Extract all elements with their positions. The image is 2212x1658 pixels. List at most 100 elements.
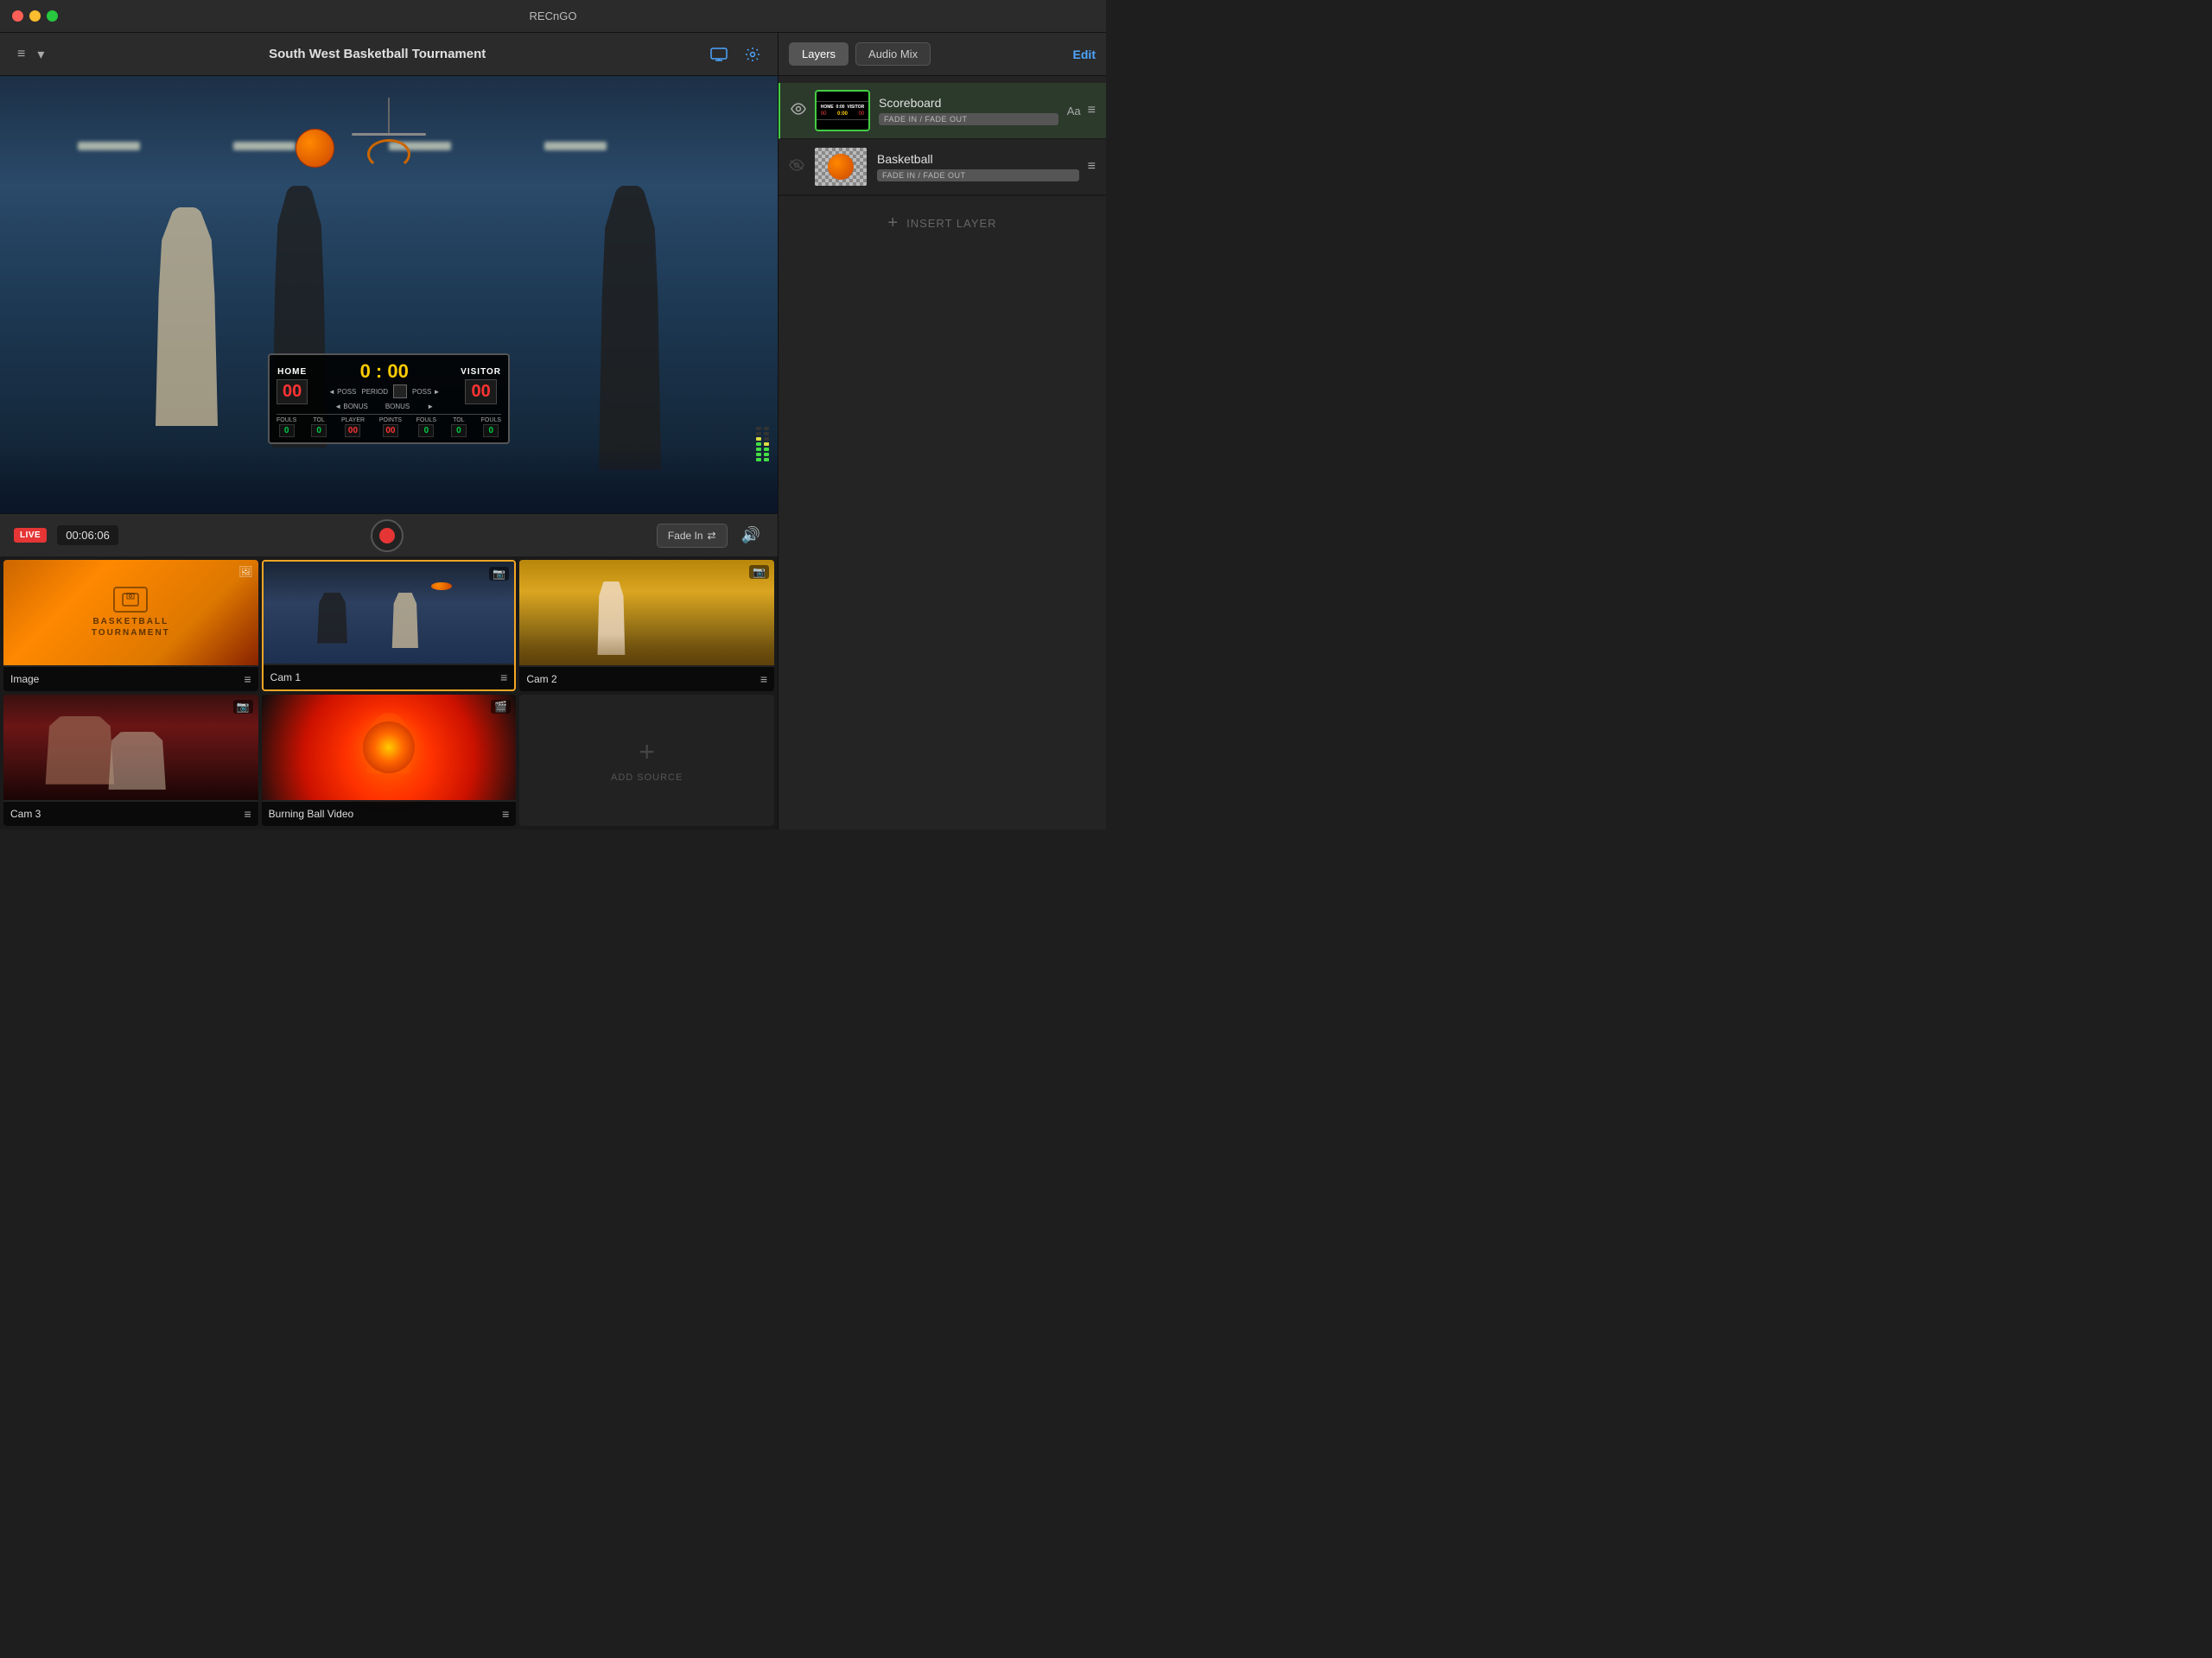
home-label: HOME [277, 367, 307, 377]
fire-ball [363, 721, 415, 773]
basketball-text: BASKETBALLTOURNAMENT [92, 616, 170, 638]
fade-button[interactable]: Fade In ⇄ [657, 524, 728, 548]
home-fouls-col: FOULS 0 [276, 417, 296, 437]
basket-icon [113, 587, 148, 613]
points-col: POINTS 00 [379, 417, 402, 437]
right-panel: Layers Audio Mix Edit HOME 0:00 VISITOR [778, 33, 1106, 829]
settings-button[interactable] [741, 43, 764, 66]
traffic-lights [12, 10, 58, 22]
vu-seg [756, 453, 761, 456]
source-cam3[interactable]: 📷 Cam 3 ≡ [3, 695, 258, 826]
volume-icon: 🔊 [741, 526, 760, 543]
layer-basketball-info: Basketball FADE IN / FADE OUT [877, 152, 1079, 181]
record-button[interactable] [371, 519, 404, 552]
source-burning-label: Burning Ball Video [269, 808, 354, 820]
layer-scoreboard-tag: FADE IN / FADE OUT [879, 113, 1058, 125]
insert-layer-label: INSERT LAYER [906, 217, 996, 230]
image-icon-top: 🖼 [238, 565, 253, 579]
layer-scoreboard-info: Scoreboard FADE IN / FADE OUT [879, 96, 1058, 125]
cam3-thumbnail: 📷 [3, 695, 258, 800]
vu-bar-left [756, 427, 761, 461]
menu-icon: ≡ [17, 47, 25, 62]
layer-scoreboard[interactable]: HOME 0:00 VISITOR 00 0:00 00 Scoreboard … [779, 83, 1106, 139]
fullscreen-button[interactable] [47, 10, 58, 22]
bb-thumb-bg [815, 148, 867, 186]
edit-button[interactable]: Edit [1073, 48, 1096, 61]
vu-meter [756, 427, 769, 461]
basketball-thumbnail [815, 148, 867, 186]
source-image[interactable]: BASKETBALLTOURNAMENT 🖼 Image ≡ [3, 560, 258, 691]
toolbar-left: ≡ ▾ [14, 42, 48, 67]
menu-button[interactable]: ≡ [14, 43, 29, 66]
source-cam1-label-bar: Cam 1 ≡ [264, 665, 515, 689]
titlebar: RECnGO [0, 0, 1106, 33]
vu-seg [756, 458, 761, 461]
layer-basketball-visibility[interactable] [789, 159, 804, 175]
cam2-icon: 📷 [749, 565, 769, 579]
light-2 [233, 142, 296, 150]
layer-basketball-controls: ≡ [1088, 159, 1096, 175]
layer-scoreboard-thumb: HOME 0:00 VISITOR 00 0:00 00 [815, 90, 870, 131]
source-cam2-options[interactable]: ≡ [760, 672, 767, 686]
cam3-icon: 📷 [233, 700, 253, 714]
monitor-button[interactable] [707, 44, 731, 65]
source-burning-options[interactable]: ≡ [502, 807, 509, 821]
tab-layers[interactable]: Layers [789, 42, 849, 66]
minimize-button[interactable] [29, 10, 41, 22]
tab-audio-mix[interactable]: Audio Mix [855, 42, 931, 66]
crowd-person1 [41, 716, 118, 785]
layer-scoreboard-name: Scoreboard [879, 96, 1058, 110]
source-cam1[interactable]: 📷 Cam 1 ≡ [262, 560, 517, 691]
scoreboard-bottom: FOULS 0 TOL 0 PLAYER 00 POINTS 00 [276, 414, 501, 437]
cam2-floor [519, 634, 774, 666]
burning-ball-thumbnail: 🎬 [262, 695, 517, 800]
source-burning-ball[interactable]: 🎬 Burning Ball Video ≡ [262, 695, 517, 826]
visitor-bonus: BONUS [385, 403, 410, 410]
player1 [314, 593, 352, 644]
source-cam2[interactable]: 📷 Cam 2 ≡ [519, 560, 774, 691]
monitor-icon [710, 48, 728, 61]
layer-basketball[interactable]: Basketball FADE IN / FADE OUT ≡ [779, 139, 1106, 195]
insert-layer-button[interactable]: + INSERT LAYER [779, 195, 1106, 251]
layer-basketball-options-icon[interactable]: ≡ [1088, 159, 1096, 175]
source-cam1-options[interactable]: ≡ [500, 670, 507, 684]
app-title: RECnGO [530, 10, 577, 22]
source-burning-label-bar: Burning Ball Video ≡ [262, 802, 517, 826]
visitor-fouls2-col: FOULS 0 [481, 417, 501, 437]
record-icon [379, 528, 395, 543]
add-source-item[interactable]: + ADD SOURCE [519, 695, 774, 826]
source-image-options[interactable]: ≡ [244, 672, 251, 686]
fade-label: Fade In [668, 530, 703, 542]
video-icon: 🎬 [491, 700, 511, 714]
home-score: 00 [276, 379, 308, 404]
vu-seg [756, 442, 761, 446]
left-panel: ≡ ▾ South West Basketball Tournament [0, 33, 778, 829]
player-silhouette-3 [599, 186, 661, 470]
visitor-score: 00 [465, 379, 496, 404]
scoreboard-overlay: HOME 00 0 : 00 ◄ POSS PERIOD POSS ► ◄ BO… [268, 353, 510, 444]
sb-thumb-inner: HOME 0:00 VISITOR 00 0:00 00 [816, 101, 869, 120]
cam1-thumbnail: 📷 [264, 562, 515, 664]
layer-text-icon[interactable]: Aa [1067, 105, 1081, 118]
cam1-icon: 📷 [489, 567, 509, 581]
home-bonus: BONUS [343, 403, 367, 410]
vu-seg [764, 448, 769, 451]
dropdown-button[interactable]: ▾ [34, 42, 48, 67]
layer-basketball-tag: FADE IN / FADE OUT [877, 169, 1079, 181]
source-cam3-options[interactable]: ≡ [244, 807, 251, 821]
source-cam2-label: Cam 2 [526, 673, 556, 685]
layer-scoreboard-visibility[interactable] [791, 103, 806, 119]
scoreboard-thumbnail: HOME 0:00 VISITOR 00 0:00 00 [817, 92, 868, 130]
ball [431, 582, 451, 590]
source-cam2-label-bar: Cam 2 ≡ [519, 667, 774, 691]
light-4 [544, 142, 607, 150]
player-col: PLAYER 00 [341, 417, 365, 437]
layer-options-icon[interactable]: ≡ [1088, 103, 1096, 118]
basketball-hoop [327, 98, 451, 185]
main-toolbar: ≡ ▾ South West Basketball Tournament [0, 33, 778, 76]
source-cam3-label-bar: Cam 3 ≡ [3, 802, 258, 826]
cam2-bg-inner [519, 560, 774, 665]
close-button[interactable] [12, 10, 23, 22]
volume-button[interactable]: 🔊 [738, 523, 764, 548]
fire-container [363, 721, 415, 773]
